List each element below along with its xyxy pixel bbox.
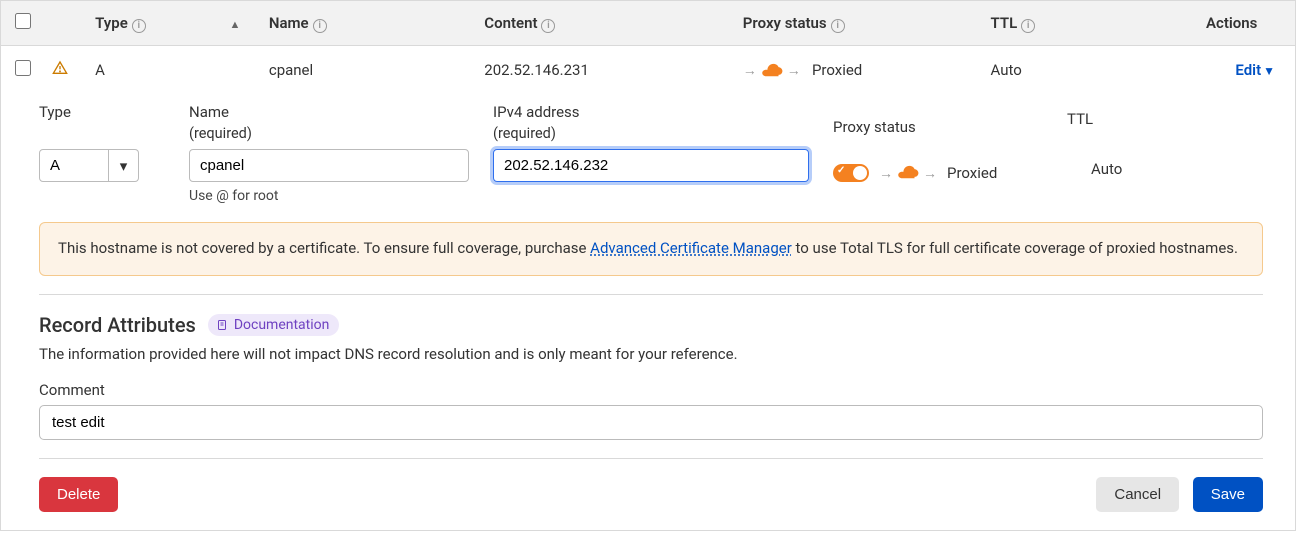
cloud-proxied-icon: → → bbox=[879, 165, 937, 182]
comment-input[interactable] bbox=[39, 405, 1263, 440]
type-select[interactable]: ▾ bbox=[39, 149, 165, 182]
cancel-button[interactable]: Cancel bbox=[1096, 477, 1179, 512]
header-proxy[interactable]: Proxy statusi bbox=[735, 1, 983, 46]
type-input[interactable] bbox=[39, 149, 109, 182]
info-icon: i bbox=[831, 19, 845, 33]
info-icon: i bbox=[1021, 19, 1035, 33]
documentation-link[interactable]: Documentation bbox=[208, 314, 340, 336]
edit-button[interactable]: Edit▼ bbox=[1235, 61, 1275, 79]
table-header-row: Typei ▲ Namei Contenti Proxy statusi TTL… bbox=[1, 1, 1295, 46]
ttl-label: TTL bbox=[1067, 109, 1207, 129]
info-icon: i bbox=[132, 19, 146, 33]
row-name: cpanel bbox=[261, 46, 476, 95]
ip-label: IPv4 address (required) bbox=[493, 102, 809, 143]
comment-label: Comment bbox=[39, 381, 1263, 399]
header-type[interactable]: Typei ▲ bbox=[87, 1, 261, 46]
sort-asc-icon[interactable]: ▲ bbox=[230, 18, 241, 31]
caret-down-icon: ▼ bbox=[1263, 64, 1275, 78]
proxy-label: Proxy status bbox=[833, 117, 1043, 137]
info-icon: i bbox=[313, 19, 327, 33]
divider bbox=[39, 294, 1263, 295]
name-label: Name (required) bbox=[189, 102, 469, 143]
warning-icon bbox=[52, 62, 68, 80]
row-checkbox[interactable] bbox=[15, 60, 31, 76]
delete-button[interactable]: Delete bbox=[39, 477, 118, 512]
header-name[interactable]: Namei bbox=[261, 1, 476, 46]
cloud-proxied-icon: → → bbox=[743, 62, 801, 79]
row-proxy: → → Proxied bbox=[735, 46, 983, 95]
header-content[interactable]: Contenti bbox=[476, 1, 735, 46]
name-input[interactable] bbox=[189, 149, 469, 182]
header-ttl[interactable]: TTLi bbox=[983, 1, 1198, 46]
record-attributes-title: Record Attributes bbox=[39, 313, 196, 337]
attributes-subtext: The information provided here will not i… bbox=[39, 345, 1263, 363]
edit-panel: Type ▾ Name (required) IPv4 address (req… bbox=[1, 94, 1295, 530]
dns-records-table: Typei ▲ Namei Contenti Proxy statusi TTL… bbox=[1, 0, 1295, 94]
acm-link[interactable]: Advanced Certificate Manager bbox=[590, 239, 792, 257]
row-content: 202.52.146.231 bbox=[476, 46, 735, 95]
row-type: A bbox=[87, 46, 261, 95]
header-actions: Actions bbox=[1198, 1, 1295, 46]
proxy-value: Proxied bbox=[947, 164, 997, 182]
proxy-toggle[interactable] bbox=[833, 164, 869, 182]
name-hint: Use @ for root bbox=[189, 188, 278, 204]
info-icon: i bbox=[541, 19, 555, 33]
select-all-checkbox[interactable] bbox=[15, 13, 31, 29]
cert-warning: This hostname is not covered by a certif… bbox=[39, 222, 1263, 275]
row-ttl: Auto bbox=[983, 46, 1198, 95]
save-button[interactable]: Save bbox=[1193, 477, 1263, 512]
type-label: Type bbox=[39, 102, 165, 122]
divider bbox=[39, 458, 1263, 459]
doc-icon bbox=[216, 319, 228, 331]
chevron-down-icon[interactable]: ▾ bbox=[109, 149, 139, 182]
ttl-value: Auto bbox=[1067, 156, 1207, 182]
table-row: A cpanel 202.52.146.231 → → Proxied Auto… bbox=[1, 46, 1295, 95]
ip-input[interactable] bbox=[493, 149, 809, 182]
